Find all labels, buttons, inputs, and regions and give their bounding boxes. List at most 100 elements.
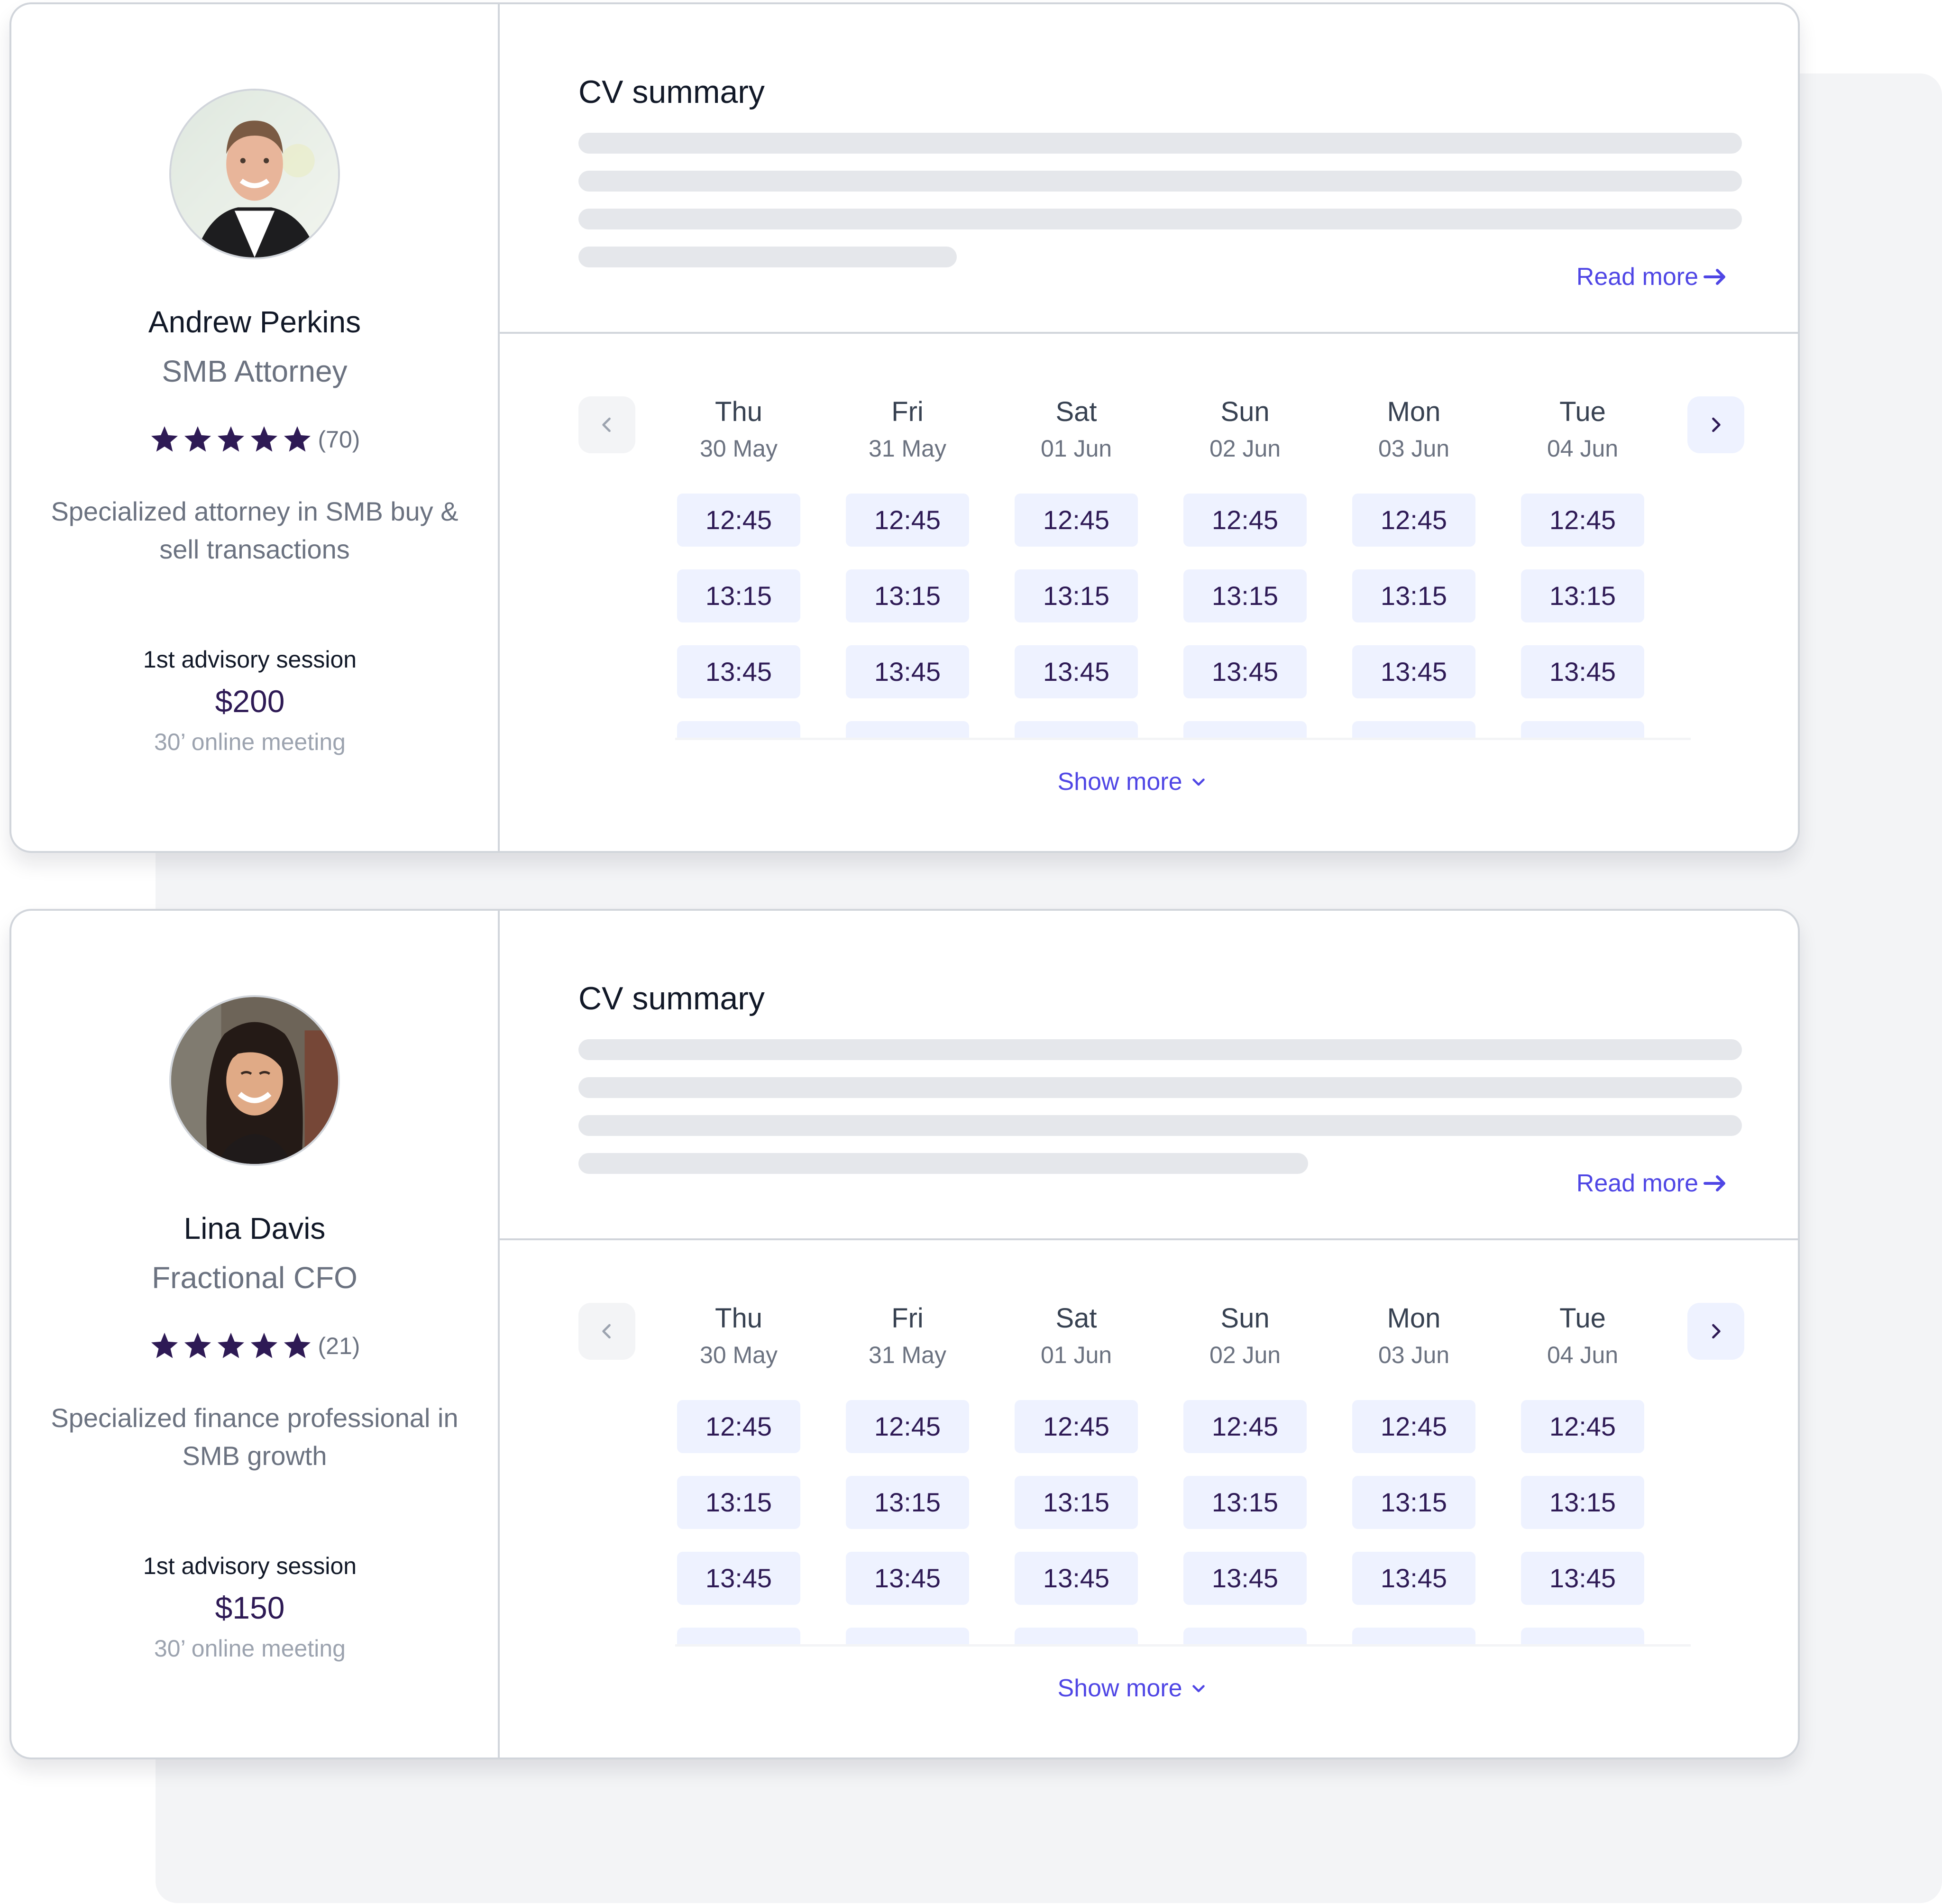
rating: (21) [11, 1327, 498, 1365]
time-slot-button[interactable]: 14:15 [1521, 1628, 1644, 1644]
time-slot-button[interactable]: 14:15 [1015, 721, 1138, 738]
show-more-label: Show more [1057, 1675, 1182, 1702]
day-name: Thu [715, 396, 762, 427]
read-more-label: Read more [1576, 263, 1698, 291]
avatar-photo-woman-icon [171, 997, 338, 1164]
skeleton-line [578, 1115, 1742, 1136]
star-icon [284, 1333, 311, 1358]
prev-week-button[interactable] [578, 1303, 635, 1360]
time-slot-button[interactable]: 12:45 [846, 1400, 969, 1453]
time-slot-button[interactable]: 14:15 [677, 721, 800, 738]
star-icon [250, 426, 277, 452]
arrow-right-icon [1704, 269, 1725, 285]
time-slot-button[interactable]: 13:45 [677, 1552, 800, 1605]
time-slot-button[interactable]: 13:15 [846, 569, 969, 622]
time-slot-button[interactable]: 12:45 [1521, 1400, 1644, 1453]
day-date: 30 May [700, 435, 778, 462]
next-week-button[interactable] [1687, 1303, 1744, 1360]
time-slot-button[interactable]: 12:45 [1183, 1400, 1307, 1453]
time-slot-button[interactable]: 14:15 [1015, 1628, 1138, 1644]
day-date: 04 Jun [1547, 435, 1619, 462]
time-slot-button[interactable]: 13:15 [1015, 569, 1138, 622]
time-slot-button[interactable]: 14:15 [677, 1628, 800, 1644]
advisor-role: SMB Attorney [162, 354, 348, 388]
time-slot-button[interactable]: 13:15 [846, 1476, 969, 1529]
advisor-detail-panel: CV summary Read more Show more Thu 30 Ma… [500, 4, 1798, 851]
skeleton-line [578, 1039, 1742, 1060]
skeleton-line [578, 133, 1742, 154]
day-column-header: Fri 31 May [836, 1300, 979, 1372]
time-slot-button[interactable]: 13:15 [1352, 1476, 1475, 1529]
time-slot-button[interactable]: 13:15 [1521, 1476, 1644, 1529]
cv-summary-title: CV summary [578, 980, 765, 1016]
time-slot-button[interactable]: 12:45 [1352, 494, 1475, 547]
time-slot-button[interactable]: 13:45 [1183, 645, 1307, 698]
time-slot-button[interactable]: 13:45 [1521, 645, 1644, 698]
star-icon [184, 1333, 211, 1358]
time-slot-button[interactable]: 12:45 [677, 494, 800, 547]
prev-week-button[interactable] [578, 396, 635, 453]
time-slot-button[interactable]: 13:45 [1015, 1552, 1138, 1605]
time-slot-button[interactable]: 14:15 [1352, 1628, 1475, 1644]
time-slot-button[interactable]: 12:45 [1015, 1400, 1138, 1453]
day-name: Sun [1220, 396, 1270, 427]
time-slot-button[interactable]: 12:45 [677, 1400, 800, 1453]
day-column-header: Mon 03 Jun [1343, 394, 1485, 465]
advisor-profile-panel: Lina Davis Fractional CFO (21) Specializ… [11, 911, 500, 1758]
day-name: Sun [1220, 1303, 1270, 1334]
session-label: 1st advisory session [143, 1553, 357, 1579]
time-slot-button[interactable]: 12:45 [1015, 494, 1138, 547]
time-slot-button[interactable]: 13:45 [677, 645, 800, 698]
day-date: 01 Jun [1040, 435, 1112, 462]
time-slot-button[interactable]: 14:15 [846, 1628, 969, 1644]
star-icon [217, 1333, 244, 1358]
time-slot-button[interactable]: 13:15 [1352, 569, 1475, 622]
time-slot-button[interactable]: 14:15 [1521, 721, 1644, 738]
time-slot-button[interactable]: 13:45 [846, 1552, 969, 1605]
show-more-button[interactable]: Show more [1058, 1670, 1207, 1706]
time-slot-button[interactable]: 12:45 [846, 494, 969, 547]
day-date: 31 May [869, 435, 946, 462]
advisor-role: Fractional CFO [152, 1261, 357, 1295]
time-slot-button[interactable]: 14:15 [1183, 721, 1307, 738]
read-more-link[interactable]: Read more [1576, 260, 1728, 293]
advisor-detail-panel: CV summary Read more Show more Thu 30 Ma… [500, 911, 1798, 1758]
time-slot-button[interactable]: 12:45 [1521, 494, 1644, 547]
time-slot-button[interactable]: 12:45 [1352, 1400, 1475, 1453]
day-column-header: Sun 02 Jun [1174, 1300, 1316, 1372]
time-slot-button[interactable]: 14:15 [1352, 721, 1475, 738]
show-more-button[interactable]: Show more [1058, 764, 1207, 800]
time-slot-button[interactable]: 14:15 [1183, 1628, 1307, 1644]
show-more-row: Show more [500, 764, 1798, 800]
time-slot-button[interactable]: 13:45 [1015, 645, 1138, 698]
advisor-profile-panel: Andrew Perkins SMB Attorney (70) Special… [11, 4, 500, 851]
next-week-button[interactable] [1687, 396, 1744, 453]
time-slot-button[interactable]: 13:45 [1183, 1552, 1307, 1605]
advisor-name: Andrew Perkins [148, 305, 361, 339]
time-slot-button[interactable]: 13:45 [1352, 645, 1475, 698]
time-slot-button[interactable]: 12:45 [1183, 494, 1307, 547]
star-rating [149, 424, 312, 455]
read-more-link[interactable]: Read more [1576, 1167, 1728, 1200]
star-icon [284, 426, 311, 452]
rating: (70) [11, 421, 498, 458]
time-slot-button[interactable]: 13:15 [1015, 1476, 1138, 1529]
time-slot-button[interactable]: 13:45 [846, 645, 969, 698]
day-date: 30 May [700, 1342, 778, 1368]
skeleton-line [578, 247, 957, 267]
time-slot-button[interactable]: 13:15 [1183, 1476, 1307, 1529]
day-name: Sat [1055, 396, 1097, 427]
time-slot-button[interactable]: 13:15 [1521, 569, 1644, 622]
day-name: Tue [1559, 396, 1606, 427]
review-count: (21) [318, 1333, 360, 1359]
session-duration: 30’ online meeting [154, 729, 346, 755]
time-slot-button[interactable]: 13:45 [1521, 1552, 1644, 1605]
time-slot-button[interactable]: 13:15 [1183, 569, 1307, 622]
advisor-card: Andrew Perkins SMB Attorney (70) Special… [9, 2, 1800, 853]
time-slot-button[interactable]: 13:15 [677, 569, 800, 622]
time-slot-button[interactable]: 14:15 [846, 721, 969, 738]
skeleton-line [578, 1077, 1742, 1098]
day-column-header: Sun 02 Jun [1174, 394, 1316, 465]
time-slot-button[interactable]: 13:15 [677, 1476, 800, 1529]
time-slot-button[interactable]: 13:45 [1352, 1552, 1475, 1605]
